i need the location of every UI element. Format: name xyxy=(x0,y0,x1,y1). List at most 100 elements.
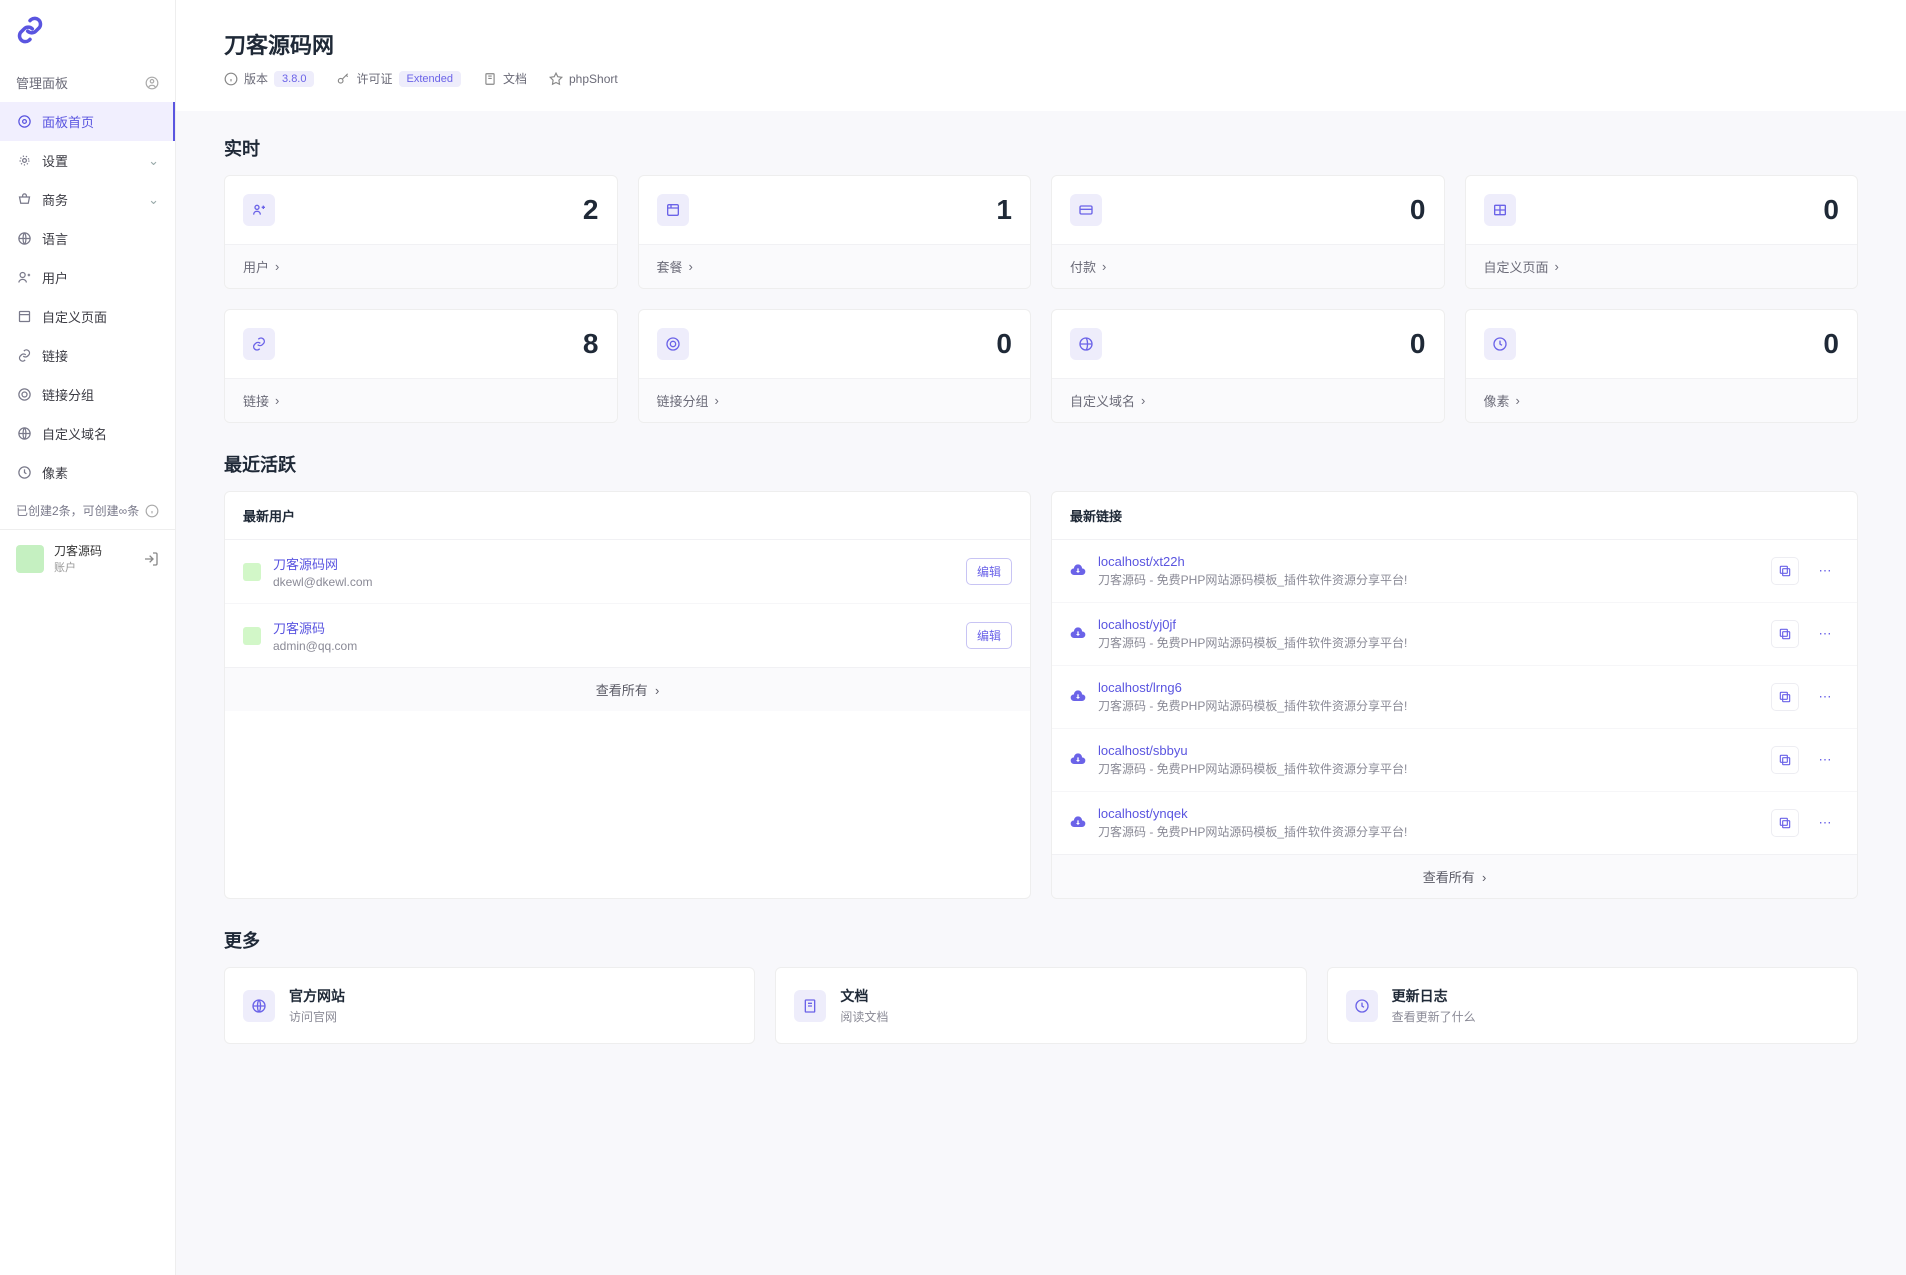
nav-icon xyxy=(16,153,32,169)
nav-label: 链接 xyxy=(42,346,68,365)
nav-icon xyxy=(16,231,32,247)
latest-users-title: 最新用户 xyxy=(225,492,1030,540)
chevron-right-icon: › xyxy=(1141,393,1145,408)
more-card-icon xyxy=(1346,990,1378,1022)
link-row: localhost/sbbyu刀客源码 - 免费PHP网站源码模板_插件软件资源… xyxy=(1052,729,1857,792)
nav-label: 语言 xyxy=(42,229,68,248)
user-name[interactable]: 刀客源码 xyxy=(273,618,954,637)
chevron-down-icon: ⌄ xyxy=(148,192,159,208)
chevron-right-icon: › xyxy=(275,393,279,408)
app-link[interactable]: phpShort xyxy=(549,72,618,86)
more-button[interactable]: ⋯ xyxy=(1811,683,1839,711)
copy-button[interactable] xyxy=(1771,557,1799,585)
user-email: dkewl@dkewl.com xyxy=(273,575,954,589)
sidebar-item-4[interactable]: 用户 xyxy=(0,258,175,297)
link-row: localhost/yj0jf刀客源码 - 免费PHP网站源码模板_插件软件资源… xyxy=(1052,603,1857,666)
cloud-download-icon xyxy=(1070,563,1086,579)
copy-button[interactable] xyxy=(1771,809,1799,837)
avatar xyxy=(16,545,44,573)
more-button[interactable]: ⋯ xyxy=(1811,809,1839,837)
page-title: 刀客源码网 xyxy=(224,28,1858,60)
more-card-icon xyxy=(794,990,826,1022)
nav-label: 商务 xyxy=(42,190,68,209)
docs-link[interactable]: 文档 xyxy=(483,70,527,87)
version-item: 版本 3.8.0 xyxy=(224,70,314,87)
link-url[interactable]: localhost/ynqek xyxy=(1098,806,1759,821)
docs-label: 文档 xyxy=(503,70,527,87)
stat-value: 1 xyxy=(996,194,1012,226)
link-row: localhost/xt22h 刀客源码 - 免费PHP网站源码模板_插件软件资源… xyxy=(1052,540,1857,603)
stat-link[interactable]: 链接 › xyxy=(225,378,617,422)
sidebar: 管理面板 面板首页设置⌄商务⌄语言用户自定义页面链接链接分组自定义域名像素 已创… xyxy=(0,0,176,1275)
sidebar-item-9[interactable]: 像素 xyxy=(0,453,175,492)
user-email: admin@qq.com xyxy=(273,639,954,653)
sidebar-item-6[interactable]: 链接 xyxy=(0,336,175,375)
stat-label: 自定义页面 xyxy=(1484,257,1549,276)
sidebar-item-8[interactable]: 自定义域名 xyxy=(0,414,175,453)
more-card[interactable]: 文档阅读文档 xyxy=(775,967,1306,1044)
chevron-right-icon: › xyxy=(1516,393,1520,408)
stat-label: 像素 xyxy=(1484,391,1510,410)
sidebar-item-3[interactable]: 语言 xyxy=(0,219,175,258)
stat-icon xyxy=(657,328,689,360)
realtime-section: 实时 2用户›1套餐›0付款›0自定义页面›8链接›0链接分组›0自定义域名›0… xyxy=(224,135,1858,423)
sidebar-item-1[interactable]: 设置⌄ xyxy=(0,141,175,180)
stat-label: 链接 xyxy=(243,391,269,410)
more-button[interactable]: ⋯ xyxy=(1811,557,1839,585)
more-button[interactable]: ⋯ xyxy=(1811,746,1839,774)
license-item: 许可证 Extended xyxy=(336,70,461,87)
nav-label: 自定义域名 xyxy=(42,424,107,443)
app-name: phpShort xyxy=(569,72,618,86)
more-card-sub: 访问官网 xyxy=(289,1008,345,1025)
sidebar-item-7[interactable]: 链接分组 xyxy=(0,375,175,414)
info-icon[interactable] xyxy=(145,504,159,518)
more-card-sub: 查看更新了什么 xyxy=(1392,1008,1476,1025)
stat-link[interactable]: 自定义域名 › xyxy=(1052,378,1444,422)
stat-card: 0像素› xyxy=(1465,309,1859,423)
chevron-right-icon: › xyxy=(1478,870,1486,885)
more-card-title: 文档 xyxy=(840,986,888,1006)
link-url[interactable]: localhost/xt22h xyxy=(1098,554,1759,569)
chevron-right-icon: › xyxy=(715,393,719,408)
sidebar-item-2[interactable]: 商务 ⌄ xyxy=(0,180,175,219)
sidebar-item-0[interactable]: 面板首页 xyxy=(0,102,175,141)
more-card[interactable]: 更新日志查看更新了什么 xyxy=(1327,967,1858,1044)
stat-link[interactable]: 像素 › xyxy=(1466,378,1858,422)
chevron-right-icon: › xyxy=(1555,259,1559,274)
link-url[interactable]: localhost/sbbyu xyxy=(1098,743,1759,758)
copy-button[interactable] xyxy=(1771,620,1799,648)
stat-label: 自定义域名 xyxy=(1070,391,1135,410)
user-circle-icon xyxy=(145,76,159,90)
logo[interactable] xyxy=(0,0,175,63)
stat-link[interactable]: 自定义页面 › xyxy=(1466,244,1858,288)
stat-link[interactable]: 套餐› xyxy=(639,244,1031,288)
document-icon xyxy=(483,72,497,86)
logout-icon[interactable] xyxy=(143,551,159,567)
link-url[interactable]: localhost/lrng6 xyxy=(1098,680,1759,695)
stat-link[interactable]: 付款› xyxy=(1052,244,1444,288)
cloud-download-icon xyxy=(1070,626,1086,642)
cloud-download-icon xyxy=(1070,815,1086,831)
edit-button[interactable]: 编辑 xyxy=(966,558,1012,585)
stat-link[interactable]: 用户› xyxy=(225,244,617,288)
account-row[interactable]: 刀客源码 账户 xyxy=(0,529,175,587)
stat-icon xyxy=(1070,328,1102,360)
more-card[interactable]: 官方网站访问官网 xyxy=(224,967,755,1044)
more-button[interactable]: ⋯ xyxy=(1811,620,1839,648)
copy-button[interactable] xyxy=(1771,683,1799,711)
sidebar-section-header: 管理面板 xyxy=(0,63,175,102)
latest-users-panel: 最新用户 刀客源码网dkewl@dkewl.com编辑刀客源码admin@qq.… xyxy=(224,491,1031,899)
users-view-all[interactable]: 查看所有 › xyxy=(225,667,1030,711)
copy-button[interactable] xyxy=(1771,746,1799,774)
edit-button[interactable]: 编辑 xyxy=(966,622,1012,649)
user-name[interactable]: 刀客源码网 xyxy=(273,554,954,573)
version-label: 版本 xyxy=(244,70,268,87)
stat-link[interactable]: 链接分组› xyxy=(639,378,1031,422)
stat-value: 0 xyxy=(1823,194,1839,226)
links-view-all[interactable]: 查看所有 › xyxy=(1052,854,1857,898)
chevron-right-icon: › xyxy=(689,259,693,274)
stat-value: 0 xyxy=(1410,194,1426,226)
link-url[interactable]: localhost/yj0jf xyxy=(1098,617,1759,632)
link-desc: 刀客源码 - 免费PHP网站源码模板_插件软件资源分享平台! xyxy=(1098,571,1759,588)
sidebar-item-5[interactable]: 自定义页面 xyxy=(0,297,175,336)
